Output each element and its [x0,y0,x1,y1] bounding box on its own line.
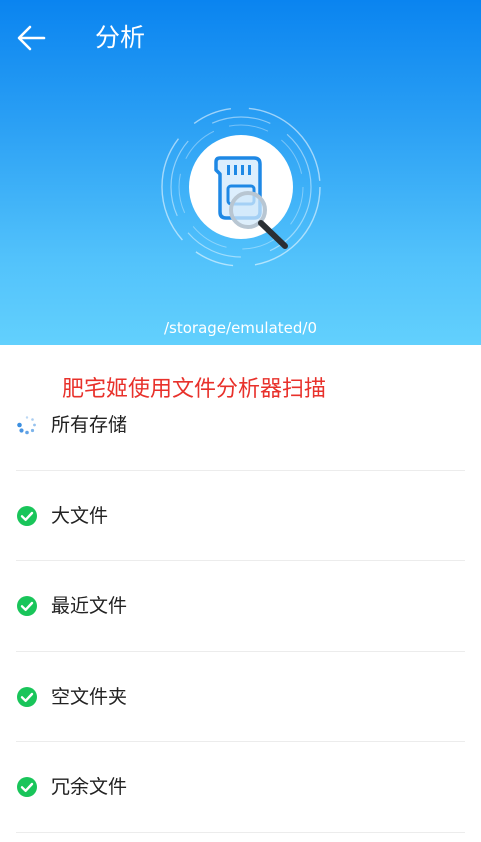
scan-list: 所有存储 大文件 最近文件 空文件夹 冗余文件 [0,380,481,833]
item-label: 冗余文件 [51,776,128,798]
item-label: 最近文件 [51,595,128,617]
overlay-caption: 肥宅姬使用文件分析器扫描 [62,377,327,402]
list-item-empty-folders[interactable]: 空文件夹 [16,652,465,742]
arrow-left-icon [17,25,46,51]
list-item-large-files[interactable]: 大文件 [16,471,465,561]
item-label: 大文件 [51,504,109,527]
list-item-recent-files[interactable]: 最近文件 [16,561,465,652]
storage-path: /storage/emulated/0 [163,319,318,337]
item-label: 空文件夹 [51,685,128,708]
page-title: 分析 [95,23,146,52]
loading-spinner-icon [17,416,36,435]
check-circle-icon [17,596,37,616]
item-label: 所有存储 [51,414,128,436]
check-circle-icon [17,686,37,707]
header-banner: 分析 /storage/emulated/0 [0,0,481,345]
list-item-redundant-files[interactable]: 冗余文件 [16,742,465,833]
check-circle-icon [17,505,37,526]
back-button[interactable] [14,20,52,56]
check-circle-icon [17,777,37,797]
sd-card-magnifier-icon [161,107,321,267]
